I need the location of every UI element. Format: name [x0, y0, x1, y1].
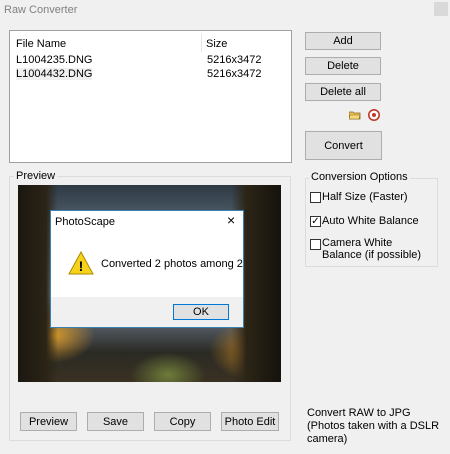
camera-white-balance-label[interactable]: Camera White Balance (if possible) [322, 237, 432, 261]
auto-white-balance-checkbox[interactable]: ✓ [310, 216, 321, 227]
half-size-checkbox[interactable] [310, 192, 321, 203]
ok-button[interactable]: OK [173, 304, 229, 320]
column-header-size[interactable]: Size [206, 38, 227, 50]
dialog-title: PhotoScape [55, 216, 115, 228]
file-list[interactable]: File Name Size L1004235.DNG 5216x3472 L1… [9, 30, 292, 163]
warning-icon: ! [68, 250, 94, 275]
add-button[interactable]: Add [305, 32, 381, 50]
folder-open-icon[interactable] [348, 110, 361, 120]
file-row[interactable]: L1004235.DNG 5216x3472 [16, 54, 281, 68]
convert-button[interactable]: Convert [305, 131, 382, 160]
window-title: Raw Converter [4, 4, 78, 16]
copy-button[interactable]: Copy [154, 412, 211, 431]
window-close-button[interactable] [434, 2, 448, 16]
column-divider [201, 34, 202, 52]
file-size: 5216x3472 [207, 68, 262, 80]
warning-glyph: ! [79, 258, 84, 274]
camera-white-balance-checkbox[interactable] [310, 239, 321, 250]
info-text: Convert RAW to JPG (Photos taken with a … [307, 407, 440, 445]
delete-button[interactable]: Delete [305, 57, 381, 75]
file-name: L1004432.DNG [16, 68, 93, 80]
preview-button[interactable]: Preview [20, 412, 77, 431]
message-dialog: PhotoScape × ! Converted 2 photos among … [50, 210, 244, 328]
file-name: L1004235.DNG [16, 54, 93, 66]
conversion-options-label: Conversion Options [309, 171, 410, 183]
auto-white-balance-label[interactable]: Auto White Balance [322, 215, 419, 227]
file-row[interactable]: L1004432.DNG 5216x3472 [16, 68, 281, 82]
dialog-close-icon[interactable]: × [227, 212, 235, 228]
dialog-message: Converted 2 photos among 2 [101, 258, 243, 270]
save-button[interactable]: Save [87, 412, 144, 431]
delete-all-button[interactable]: Delete all [305, 83, 381, 101]
photo-edit-button[interactable]: Photo Edit [221, 412, 279, 431]
file-size: 5216x3472 [207, 54, 262, 66]
column-header-file-name[interactable]: File Name [16, 38, 66, 50]
half-size-label[interactable]: Half Size (Faster) [322, 191, 408, 203]
help-icon[interactable] [368, 109, 380, 121]
preview-group-label: Preview [14, 170, 58, 182]
